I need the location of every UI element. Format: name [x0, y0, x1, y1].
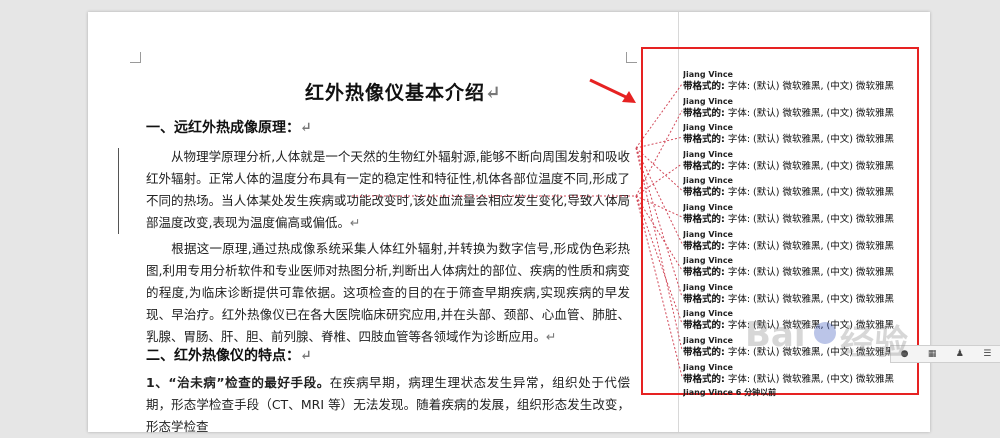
comment-format-text: 带格式的: 字体: (默认) 微软雅黑, (中文) 微软雅黑 [683, 240, 923, 253]
comment-balloon[interactable]: Jiang Vince 带格式的: 字体: (默认) 微软雅黑, (中文) 微软雅… [683, 256, 923, 280]
comment-format-label: 带格式的: [683, 187, 725, 199]
comment-format-label: 带格式的: [683, 134, 725, 146]
section-1-paragraph-2[interactable]: 根据这一原理,通过热成像系统采集人体红外辐射,并转换为数字信号,形成伪色彩热图,… [146, 238, 630, 348]
comment-format-label: 带格式的: [683, 81, 725, 92]
comment-author: Jiang Vince [683, 229, 733, 239]
comment-format-text: 带格式的: 字体: (默认) 微软雅黑, (中文) 微软雅黑 [683, 160, 923, 173]
comment-format-detail: 字体: (默认) 微软雅黑, (中文) 微软雅黑 [724, 373, 894, 385]
comment-format-detail: 字体: (默认) 微软雅黑, (中文) 微软雅黑 [724, 107, 894, 119]
callout-arrow-icon [589, 78, 636, 103]
comment-format-text: 带格式的: 字体: (默认) 微软雅黑, (中文) 微软雅黑 [683, 186, 923, 199]
comment-format-label: 带格式的: [683, 320, 725, 332]
comment-format-label: 带格式的: [683, 293, 725, 305]
comment-format-label: 带格式的: [683, 267, 725, 279]
comment-balloon[interactable]: Jiang Vince 带格式的: 字体: (默认) 微软雅黑, (中文) 微软雅… [683, 97, 923, 121]
comment-format-detail: 字体: (默认) 微软雅黑, (中文) 微软雅黑 [724, 81, 894, 92]
comment-balloon[interactable]: Jiang Vince 带格式的: 字体: (默认) 微软雅黑, (中文) 微软雅… [683, 283, 923, 307]
comment-partial[interactable]: Jiang Vince 6 分钟以前 [683, 388, 923, 408]
comment-format-label: 带格式的: [683, 347, 725, 358]
comment-format-text: 带格式的: 字体: (默认) 微软雅黑, (中文) 微软雅黑 [683, 293, 923, 306]
comment-format-text: 带格式的: 字体: (默认) 微软雅黑, (中文) 微软雅黑 [683, 213, 923, 226]
crop-mark-top-left [130, 52, 141, 63]
comment-author: Jiang Vince [683, 282, 733, 292]
comment-format-detail: 字体: (默认) 微软雅黑, (中文) 微软雅黑 [724, 293, 894, 305]
comment-balloon[interactable]: Jiang Vince 带格式的: 字体: (默认) 微软雅黑, (中文) 微软雅… [683, 203, 923, 227]
toolbar-grid-icon[interactable]: ▦ [928, 349, 937, 359]
comment-format-detail: 字体: (默认) 微软雅黑, (中文) 微软雅黑 [724, 267, 894, 279]
toolbar-user-icon[interactable]: ♟ [956, 349, 964, 359]
comment-format-label: 带格式的: [683, 107, 725, 119]
comment-author: Jiang Vince [683, 256, 733, 266]
change-bar [118, 148, 119, 234]
comment-balloon[interactable]: Jiang Vince 带格式的: 字体: (默认) 微软雅黑, (中文) 微软雅… [683, 176, 923, 200]
comment-author: Jiang Vince [683, 176, 733, 186]
comment-format-text: 带格式的: 字体: (默认) 微软雅黑, (中文) 微软雅黑 [683, 107, 923, 120]
comment-format-detail: 字体: (默认) 微软雅黑, (中文) 微软雅黑 [724, 240, 894, 252]
comment-format-detail: 字体: (默认) 微软雅黑, (中文) 微软雅黑 [724, 214, 894, 225]
comment-format-detail: 字体: (默认) 微软雅黑, (中文) 微软雅黑 [724, 160, 894, 172]
comment-format-label: 带格式的: [683, 160, 725, 172]
toolbar-menu-icon[interactable]: ☰ [983, 349, 991, 359]
comment-author: Jiang Vince [683, 362, 733, 372]
crop-mark-top-right [626, 52, 637, 63]
section-2-heading[interactable]: 二、红外热像仪的特点：↵ [146, 345, 312, 365]
baidu-watermark-paw-icon [814, 322, 836, 344]
comment-format-text: 带格式的: 字体: (默认) 微软雅黑, (中文) 微软雅黑 [683, 80, 923, 93]
comment-format-label: 带格式的: [683, 373, 725, 385]
comment-format-label: 带格式的: [683, 240, 725, 252]
comment-format-text: 带格式的: 字体: (默认) 微软雅黑, (中文) 微软雅黑 [683, 266, 923, 279]
comment-author: Jiang Vince [683, 123, 733, 133]
comment-balloon[interactable]: Jiang Vince 带格式的: 字体: (默认) 微软雅黑, (中文) 微软雅… [683, 363, 923, 387]
comment-balloon[interactable]: Jiang Vince 带格式的: 字体: (默认) 微软雅黑, (中文) 微软雅… [683, 230, 923, 254]
comment-format-text: 带格式的: 字体: (默认) 微软雅黑, (中文) 微软雅黑 [683, 373, 923, 386]
comment-author: Jiang Vince [683, 149, 733, 159]
section-2-item-1[interactable]: 1、“治未病”检查的最好手段。在疾病早期，病理生理状态发生异常，组织处于代偿期，… [146, 372, 630, 438]
comment-author: Jiang Vince [683, 70, 733, 79]
comment-format-detail: 字体: (默认) 微软雅黑, (中文) 微软雅黑 [724, 134, 894, 146]
section-1-paragraph-1[interactable]: 从物理学原理分析,人体就是一个天然的生物红外辐射源,能够不断向周围发射和吸收红外… [146, 146, 630, 234]
comment-format-label: 带格式的: [683, 214, 725, 225]
comment-balloon[interactable]: Jiang Vince 带格式的: 字体: (默认) 微软雅黑, (中文) 微软雅… [683, 123, 923, 147]
comment-balloon[interactable]: Jiang Vince 带格式的: 字体: (默认) 微软雅黑, (中文) 微软雅… [683, 70, 923, 94]
section-1-heading[interactable]: 一、远红外热成像原理：↵ [146, 117, 312, 137]
baidu-watermark: Bai [745, 315, 806, 355]
comment-format-text: 带格式的: 字体: (默认) 微软雅黑, (中文) 微软雅黑 [683, 133, 923, 146]
comment-balloon[interactable]: Jiang Vince 带格式的: 字体: (默认) 微软雅黑, (中文) 微软雅… [683, 150, 923, 174]
comment-format-detail: 字体: (默认) 微软雅黑, (中文) 微软雅黑 [724, 187, 894, 199]
comment-author: Jiang Vince [683, 203, 733, 212]
baidu-watermark-suffix: 经验 [840, 323, 908, 363]
comment-author: Jiang Vince [683, 96, 733, 106]
document-title[interactable]: 红外热像仪基本介绍↵ [305, 78, 502, 105]
